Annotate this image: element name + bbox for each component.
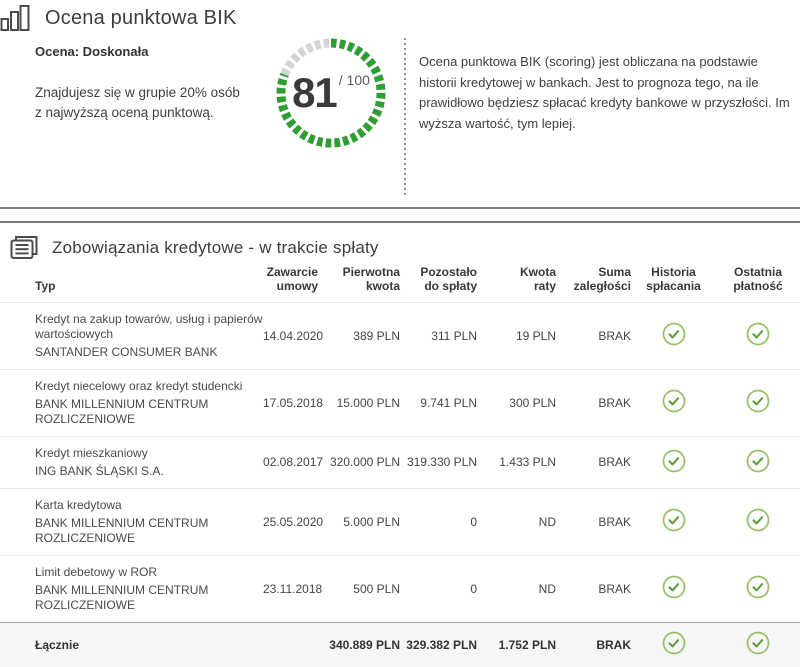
col-header-pierwotna-kwota: Pierwotnakwota [318,263,400,303]
check-circle-icon [746,322,770,350]
rating-label: Ocena: Doskonała [35,44,275,59]
summary-installment: 1.752 PLN [477,623,556,667]
obligations-section-title: Zobowiązania kredytowe - w trakcie spłat… [52,238,379,258]
cell-history-status [631,303,716,370]
obligations-section-header: Zobowiązania kredytowe - w trakcie spłat… [0,223,800,263]
score-number: 81 [292,69,337,117]
summary-remaining: 329.382 PLN [400,623,477,667]
obligations-section: Zobowiązania kredytowe - w trakcie spłat… [0,223,800,667]
cell-original-amount: 389 PLN [318,303,400,370]
check-circle-icon [662,631,686,659]
check-circle-icon [662,449,686,477]
cell-history-status [631,556,716,623]
score-section-header: Ocena punktowa BIK [0,4,237,32]
cell-installment: ND [477,556,556,623]
cell-installment: 19 PLN [477,303,556,370]
cell-date: 17.05.2018 [263,370,318,437]
score-section: Ocena punktowa BIK Ocena: Doskonała Znaj… [0,0,800,207]
cell-type: Kredyt mieszkaniowy ING BANK ŚLĄSKI S.A. [0,437,263,489]
cell-installment: 1.433 PLN [477,437,556,489]
check-circle-icon [662,389,686,417]
check-circle-icon [746,508,770,536]
score-section-title: Ocena punktowa BIK [45,7,237,30]
obligations-table: Typ Zawarcieumowy Pierwotnakwota Pozosta… [0,263,800,667]
table-row: Kredyt niecelowy oraz kredyt studencki B… [0,370,800,437]
score-gauge: 81 / 100 [271,33,391,153]
dotted-vertical-divider [404,38,406,198]
score-max: / 100 [339,72,370,88]
col-header-suma-zaleglosci: Sumazaległości [556,263,631,303]
summary-original-amount: 340.889 PLN [318,623,400,667]
cell-arrears: BRAK [556,437,631,489]
cell-history-status [631,437,716,489]
summary-label: Łącznie [0,623,263,667]
cell-type: Limit debetowy w ROR BANK MILLENNIUM CEN… [0,556,263,623]
check-circle-icon [662,508,686,536]
check-circle-icon [746,389,770,417]
cell-date: 23.11.2018 [263,556,318,623]
cell-remaining: 311 PLN [400,303,477,370]
summary-date-empty [263,623,318,667]
table-row: Kredyt mieszkaniowy ING BANK ŚLĄSKI S.A.… [0,437,800,489]
cell-original-amount: 5.000 PLN [318,489,400,556]
cell-last-payment-status [716,556,800,623]
score-value: 81 / 100 [271,33,391,153]
summary-arrears: BRAK [556,623,631,667]
score-rating-block: Ocena: Doskonała Znajdujesz się w grupie… [35,44,275,124]
col-header-ostatnia-platnosc: Ostatniapłatność [716,263,800,303]
document-icon [9,234,39,262]
cell-date: 02.08.2017 [263,437,318,489]
cell-original-amount: 500 PLN [318,556,400,623]
cell-last-payment-status [716,303,800,370]
summary-history-status [631,623,716,667]
score-info-text: Ocena punktowa BIK (scoring) jest oblicz… [419,52,793,134]
col-header-pozostalo-do-splaty: Pozostałodo spłaty [400,263,477,303]
cell-type: Kredyt niecelowy oraz kredyt studencki B… [0,370,263,437]
cell-arrears: BRAK [556,370,631,437]
table-row: Kredyt na zakup towarów, usług i papieró… [0,303,800,370]
cell-history-status [631,370,716,437]
bar-chart-icon [0,4,30,32]
cell-type: Kredyt na zakup towarów, usług i papieró… [0,303,263,370]
check-circle-icon [662,575,686,603]
cell-history-status [631,489,716,556]
col-header-typ: Typ [0,263,263,303]
rating-description-line2: z najwyższą oceną punktową. [35,103,275,123]
rating-description: Znajdujesz się w grupie 20% osób z najwy… [35,83,275,124]
cell-installment: 300 PLN [477,370,556,437]
cell-date: 25.05.2020 [263,489,318,556]
col-header-kwota-raty: Kwotaraty [477,263,556,303]
col-header-zawarcie-umowy: Zawarcieumowy [263,263,318,303]
cell-last-payment-status [716,489,800,556]
check-circle-icon [662,322,686,350]
table-summary-row: Łącznie 340.889 PLN 329.382 PLN 1.752 PL… [0,623,800,667]
col-header-historia-splacania: Historiaspłacania [631,263,716,303]
cell-arrears: BRAK [556,489,631,556]
table-row: Karta kredytowa BANK MILLENNIUM CENTRUM … [0,489,800,556]
cell-remaining: 9.741 PLN [400,370,477,437]
cell-arrears: BRAK [556,303,631,370]
cell-remaining: 0 [400,556,477,623]
cell-date: 14.04.2020 [263,303,318,370]
cell-last-payment-status [716,437,800,489]
cell-original-amount: 15.000 PLN [318,370,400,437]
cell-remaining: 319.330 PLN [400,437,477,489]
cell-last-payment-status [716,370,800,437]
cell-type: Karta kredytowa BANK MILLENNIUM CENTRUM … [0,489,263,556]
cell-original-amount: 320.000 PLN [318,437,400,489]
cell-installment: ND [477,489,556,556]
check-circle-icon [746,449,770,477]
cell-arrears: BRAK [556,556,631,623]
summary-last-payment-status [716,623,800,667]
rating-description-line1: Znajdujesz się w grupie 20% osób [35,83,275,103]
check-circle-icon [746,575,770,603]
section-divider [0,207,800,223]
table-row: Limit debetowy w ROR BANK MILLENNIUM CEN… [0,556,800,623]
cell-remaining: 0 [400,489,477,556]
table-header-row: Typ Zawarcieumowy Pierwotnakwota Pozosta… [0,263,800,303]
check-circle-icon [746,631,770,659]
